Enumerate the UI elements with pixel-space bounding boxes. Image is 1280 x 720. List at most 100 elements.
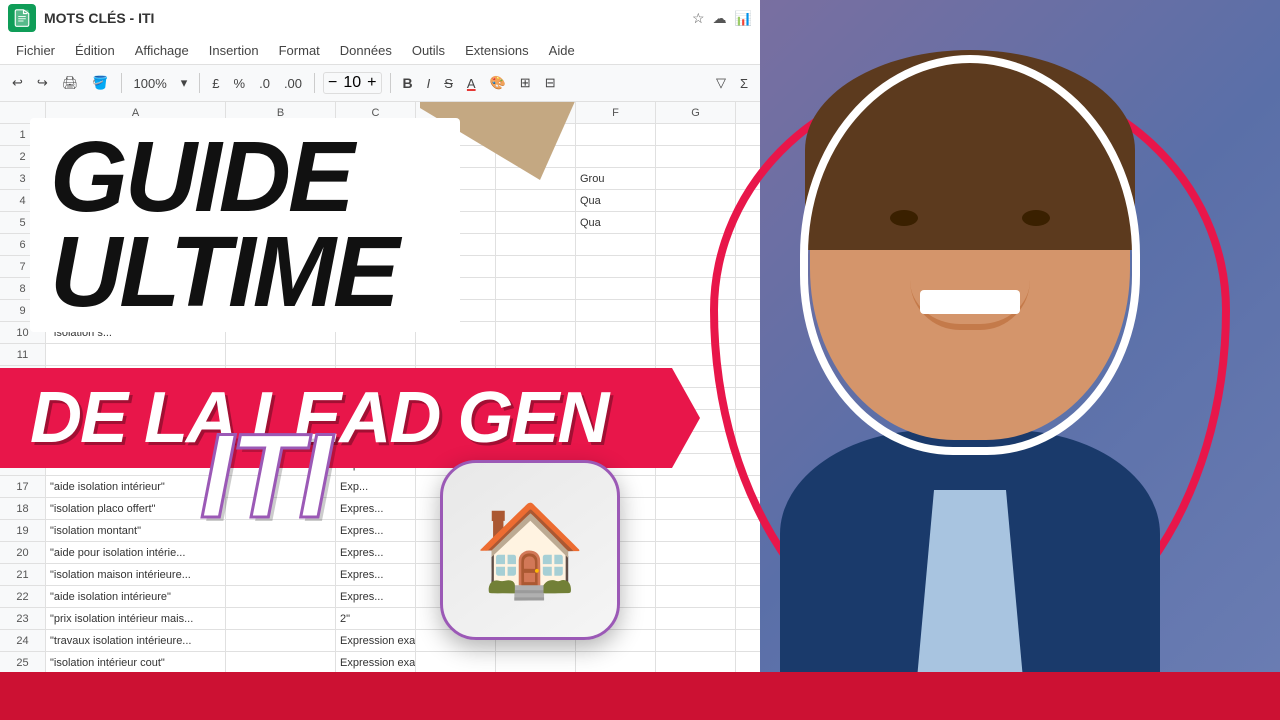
grid-cell[interactable] — [656, 564, 736, 585]
filter-icon[interactable]: ▽ — [712, 73, 730, 93]
grid-cell[interactable] — [226, 652, 336, 673]
grid-cell[interactable]: Qua — [576, 190, 656, 211]
grid-cell[interactable] — [226, 124, 336, 145]
grid-cell[interactable] — [656, 278, 736, 299]
grid-cell[interactable]: Qua — [576, 388, 656, 409]
grid-cell[interactable] — [656, 146, 736, 167]
grid-cell[interactable] — [226, 168, 336, 189]
col-a-header[interactable]: A — [46, 102, 226, 124]
font-plus-button[interactable]: + — [367, 74, 376, 92]
grid-cell[interactable] — [416, 498, 496, 519]
grid-cell[interactable] — [336, 256, 416, 277]
grid-cell[interactable] — [656, 124, 736, 145]
grid-cell[interactable] — [576, 234, 656, 255]
grid-cell[interactable] — [46, 366, 226, 387]
grid-cell[interactable] — [226, 432, 336, 453]
grid-cell[interactable] — [226, 190, 336, 211]
grid-cell[interactable] — [656, 432, 736, 453]
grid-cell[interactable] — [336, 124, 416, 145]
menu-donnees[interactable]: Données — [332, 41, 400, 60]
grid-cell[interactable] — [336, 322, 416, 343]
grid-cell[interactable]: "aide isolation intérieur" — [46, 476, 226, 497]
grid-cell[interactable] — [656, 300, 736, 321]
col-c-header[interactable]: C — [336, 102, 416, 124]
grid-cell[interactable]: "isolation m... — [46, 278, 226, 299]
grid-cell[interactable] — [226, 344, 336, 365]
grid-cell[interactable] — [336, 168, 416, 189]
grid-cell[interactable]: 2" — [336, 608, 416, 629]
grid-cell[interactable] — [656, 322, 736, 343]
grid-cell[interactable]: Qua — [576, 476, 656, 497]
grid-cell[interactable] — [576, 652, 656, 673]
grid-cell[interactable] — [496, 520, 576, 541]
grid-cell[interactable]: "isolation m... — [46, 256, 226, 277]
grid-cell[interactable] — [656, 366, 736, 387]
grid-cell[interactable] — [496, 476, 576, 497]
grid-cell[interactable] — [416, 278, 496, 299]
grid-cell[interactable]: Exp... — [336, 476, 416, 497]
grid-cell[interactable] — [226, 564, 336, 585]
grid-cell[interactable] — [416, 476, 496, 497]
grid-cell[interactable] — [576, 322, 656, 343]
grid-cell[interactable]: Expres... — [336, 542, 416, 563]
grid-cell[interactable] — [416, 234, 496, 255]
grid-cell[interactable]: "aide pour isolation intérie... — [46, 542, 226, 563]
grid-cell[interactable] — [336, 146, 416, 167]
grid-cell[interactable] — [416, 344, 496, 365]
grid-cell[interactable] — [576, 608, 656, 629]
grid-cell[interactable] — [656, 168, 736, 189]
grid-cell[interactable]: Expression exacte — [336, 630, 416, 651]
grid-cell[interactable]: Expression exacte — [336, 652, 416, 673]
grid-cell[interactable] — [416, 432, 496, 453]
grid-cell[interactable] — [656, 234, 736, 255]
grid-cell[interactable] — [576, 146, 656, 167]
grid-cell[interactable] — [496, 212, 576, 233]
menu-fichier[interactable]: Fichier — [8, 41, 63, 60]
menu-outils[interactable]: Outils — [404, 41, 453, 60]
grid-cell[interactable] — [496, 234, 576, 255]
font-color-button[interactable]: A — [463, 74, 480, 93]
grid-cell[interactable] — [576, 300, 656, 321]
grid-cell[interactable] — [226, 212, 336, 233]
grid-cell[interactable] — [416, 542, 496, 563]
italic-button[interactable]: I — [423, 74, 435, 93]
grid-cell[interactable] — [416, 212, 496, 233]
grid-cell[interactable] — [656, 520, 736, 541]
grid-cell[interactable] — [656, 608, 736, 629]
col-f-header[interactable]: F — [576, 102, 656, 124]
grid-cell[interactable] — [46, 124, 226, 145]
grid-cell[interactable] — [416, 190, 496, 211]
zoom-dropdown-icon[interactable]: ▾ — [177, 73, 192, 93]
grid-cell[interactable] — [226, 542, 336, 563]
bold-button[interactable]: B — [399, 73, 417, 93]
grid-cell[interactable] — [496, 542, 576, 563]
grid-cell[interactable] — [576, 542, 656, 563]
grid-cell[interactable] — [416, 146, 496, 167]
grid-cell[interactable] — [656, 388, 736, 409]
grid-cell[interactable] — [576, 630, 656, 651]
grid-cell[interactable] — [496, 300, 576, 321]
grid-cell[interactable] — [226, 586, 336, 607]
grid-cell[interactable] — [496, 388, 576, 409]
grid-cell[interactable] — [226, 608, 336, 629]
grid-cell[interactable]: acte — [336, 410, 416, 431]
font-minus-button[interactable]: − — [328, 74, 337, 92]
grid-cell[interactable] — [656, 652, 736, 673]
grid-cell[interactable] — [226, 234, 336, 255]
sum-icon[interactable]: Σ — [736, 74, 752, 93]
star-icon[interactable]: ☆ — [692, 10, 705, 27]
menu-edition[interactable]: Édition — [67, 41, 123, 60]
grid-cell[interactable] — [576, 256, 656, 277]
grid-cell[interactable] — [576, 564, 656, 585]
grid-cell[interactable] — [336, 366, 416, 387]
grid-cell[interactable] — [656, 542, 736, 563]
font-size-control[interactable]: − 10 + — [323, 72, 381, 94]
grid-cell[interactable] — [46, 432, 226, 453]
grid-cell[interactable] — [336, 300, 416, 321]
grid-cell[interactable] — [416, 454, 496, 475]
grid-cell[interactable] — [416, 586, 496, 607]
grid-cell[interactable] — [416, 630, 496, 651]
grid-cell[interactable] — [416, 168, 496, 189]
menu-affichage[interactable]: Affichage — [127, 41, 197, 60]
grid-cell[interactable] — [656, 256, 736, 277]
